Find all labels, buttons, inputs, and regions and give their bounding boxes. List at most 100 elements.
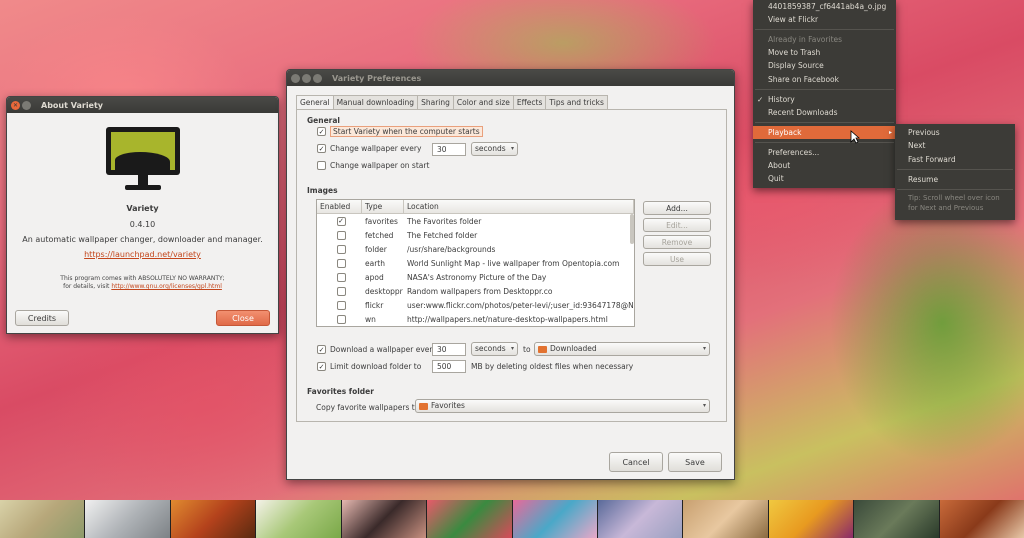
enabled-checkbox[interactable]	[336, 230, 346, 240]
images-table[interactable]: Enabled Type Location ✓ favorites The Favo…	[316, 199, 635, 327]
menu-item-preferences[interactable]: Preferences...	[753, 146, 896, 159]
table-row[interactable]: desktoppr Random wallpapers from Desktopp…	[317, 284, 634, 298]
tab-effects[interactable]: Effects	[512, 95, 547, 109]
start-on-login-label: Start Variety when the computer starts	[330, 126, 483, 137]
column-location[interactable]: Location	[404, 200, 634, 213]
menu-item-quit[interactable]: Quit	[753, 172, 896, 185]
limit-folder-checkbox[interactable]: ✓	[317, 362, 326, 371]
tab-manual-downloading[interactable]: Manual downloading	[332, 95, 419, 109]
download-every-row[interactable]: ✓ Download a wallpaper every	[317, 345, 437, 354]
change-every-checkbox[interactable]: ✓	[317, 144, 326, 153]
type-cell: apod	[365, 272, 384, 282]
remove-source-button[interactable]: Remove	[643, 235, 711, 249]
menu-item-share-on-facebook[interactable]: Share on Facebook	[753, 73, 896, 86]
close-window-icon[interactable]	[291, 73, 300, 83]
about-titlebar[interactable]: ✕ About Variety	[7, 97, 278, 113]
tab-tips-and-tricks[interactable]: Tips and tricks	[545, 95, 608, 109]
column-type[interactable]: Type	[362, 200, 404, 213]
limit-folder-row[interactable]: ✓ Limit download folder to	[317, 362, 421, 371]
start-on-login-row[interactable]: ✓ Start Variety when the computer starts	[317, 126, 483, 137]
menu-item-playback[interactable]: Playback ▸	[753, 126, 896, 139]
change-unit-select[interactable]: seconds ▾	[471, 142, 518, 156]
menu-item-view-at-flickr[interactable]: View at Flickr	[753, 13, 896, 26]
general-heading: General	[307, 116, 340, 125]
enabled-checkbox[interactable]	[336, 300, 346, 310]
submenu-item-next[interactable]: Next	[895, 139, 1015, 152]
thumbnail[interactable]	[170, 500, 257, 538]
menu-item-history-label: History	[768, 95, 795, 104]
enabled-checkbox[interactable]	[336, 272, 346, 282]
menu-separator	[755, 142, 894, 143]
maximize-window-icon[interactable]	[313, 73, 322, 83]
download-folder-select[interactable]: Downloaded ▾	[534, 342, 710, 356]
menu-item-display-source[interactable]: Display Source	[753, 59, 896, 72]
enabled-checkbox[interactable]	[336, 314, 346, 324]
table-row[interactable]: flickr user:www.flickr.com/photos/peter-l…	[317, 298, 634, 312]
menu-item-move-to-trash[interactable]: Move to Trash	[753, 46, 896, 59]
submenu-item-resume[interactable]: Resume	[895, 173, 1015, 186]
about-title: About Variety	[41, 100, 104, 110]
close-window-icon[interactable]: ✕	[11, 100, 20, 110]
thumbnail[interactable]	[854, 500, 940, 538]
enabled-checkbox[interactable]	[336, 244, 346, 254]
table-row[interactable]: ✓ favorites The Favorites folder	[317, 214, 634, 228]
prefs-titlebar[interactable]: Variety Preferences	[287, 70, 734, 86]
thumbnail[interactable]	[256, 500, 342, 538]
menu-item-history[interactable]: ✓ History	[753, 93, 896, 106]
tab-sharing[interactable]: Sharing	[417, 95, 454, 109]
minimize-window-icon[interactable]	[22, 100, 31, 110]
thumbnail[interactable]	[0, 500, 86, 538]
submenu-item-previous[interactable]: Previous	[895, 126, 1015, 139]
menu-separator	[755, 89, 894, 90]
menu-item-recent-downloads[interactable]: Recent Downloads	[753, 106, 896, 119]
download-unit-select[interactable]: seconds ▾	[471, 342, 518, 356]
thumbnail[interactable]	[768, 500, 855, 538]
prefs-tabs: General Manual downloading Sharing Color…	[296, 95, 608, 110]
thumbnail[interactable]	[512, 500, 598, 538]
cancel-button[interactable]: Cancel	[609, 452, 663, 472]
enabled-checkbox[interactable]: ✓	[336, 216, 346, 226]
enabled-checkbox[interactable]	[336, 258, 346, 268]
menu-item-current-file[interactable]: 4401859387_cf6441ab4a_o.jpg	[753, 0, 896, 13]
limit-size-input[interactable]: 500	[432, 360, 466, 373]
change-every-row[interactable]: ✓ Change wallpaper every	[317, 144, 421, 153]
thumbnail[interactable]	[427, 500, 513, 538]
start-on-login-checkbox[interactable]: ✓	[317, 127, 326, 136]
enabled-cell	[317, 272, 362, 282]
use-source-button[interactable]: Use	[643, 252, 711, 266]
website-link[interactable]: https://launchpad.net/variety	[84, 250, 201, 259]
table-row[interactable]: apod NASA's Astronomy Picture of the Day	[317, 270, 634, 284]
favorites-folder-select[interactable]: Favorites ▾	[415, 399, 710, 413]
enabled-checkbox[interactable]	[336, 286, 346, 296]
license-link[interactable]: http://www.gnu.org/licenses/gpl.html	[111, 283, 222, 290]
location-cell: user:www.flickr.com/photos/peter-levi/;u…	[407, 300, 634, 310]
tab-general[interactable]: General	[296, 95, 334, 110]
thumbnail[interactable]	[683, 500, 769, 538]
table-row[interactable]: folder/usr/share/backgrounds	[317, 242, 634, 256]
menu-item-about[interactable]: About	[753, 159, 896, 172]
tab-color-and-size[interactable]: Color and size	[452, 95, 514, 109]
thumbnail[interactable]	[85, 500, 171, 538]
change-interval-input[interactable]: 30	[432, 143, 466, 156]
type-cell: favorites	[365, 216, 398, 226]
thumbnail[interactable]	[939, 500, 1024, 538]
table-row[interactable]: fetched The Fetched folder	[317, 228, 634, 242]
change-on-start-row[interactable]: Change wallpaper on start	[317, 161, 429, 170]
thumbnail[interactable]	[597, 500, 684, 538]
type-cell: earth	[365, 258, 385, 268]
thumbnail[interactable]	[341, 500, 428, 538]
table-row[interactable]: wn http://wallpapers.net/nature-desktop-w…	[317, 312, 634, 326]
table-scrollbar[interactable]	[630, 214, 634, 244]
download-interval-input[interactable]: 30	[432, 343, 466, 356]
column-enabled[interactable]: Enabled	[317, 200, 362, 213]
add-source-button[interactable]: Add...	[643, 201, 711, 215]
edit-source-button[interactable]: Edit...	[643, 218, 711, 232]
close-button[interactable]: Close	[216, 310, 270, 326]
minimize-window-icon[interactable]	[302, 73, 311, 83]
change-on-start-checkbox[interactable]	[317, 161, 326, 170]
save-button[interactable]: Save	[668, 452, 722, 472]
submenu-item-fast-forward[interactable]: Fast Forward	[895, 153, 1015, 166]
credits-button[interactable]: Credits	[15, 310, 69, 326]
download-every-checkbox[interactable]: ✓	[317, 345, 326, 354]
table-row[interactable]: earth World Sunlight Map - live wallpaper…	[317, 256, 634, 270]
